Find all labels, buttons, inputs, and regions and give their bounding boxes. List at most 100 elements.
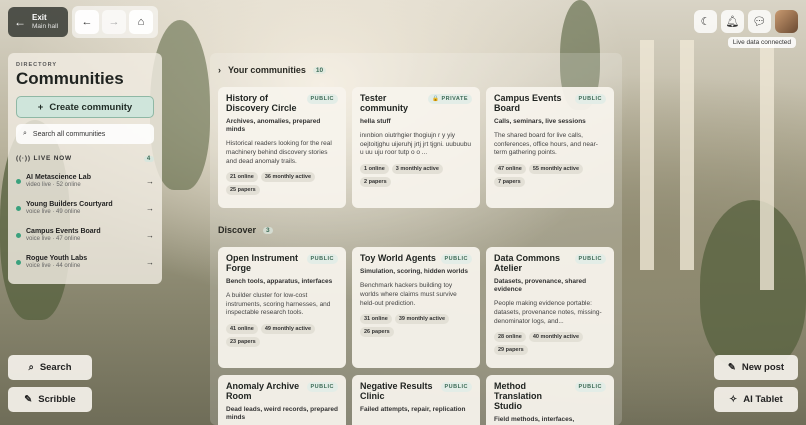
card-description: A builder cluster for low-cost instrumen…: [226, 291, 331, 317]
bell-icon[interactable]: 🔔︎: [721, 10, 744, 33]
live-item-name: Campus Events Board: [26, 228, 101, 236]
arrow-right-icon: →: [146, 258, 154, 267]
chevron-right-icon: ›: [218, 65, 221, 75]
your-communities-header[interactable]: › Your communities 10: [218, 65, 327, 75]
live-dot-icon: [16, 233, 21, 238]
live-item-sub: video live · 52 online: [26, 182, 81, 189]
visibility-badge: PUBLIC: [574, 254, 606, 264]
exit-button[interactable]: ← Exit Main hall: [8, 7, 68, 37]
visibility-badge: PUBLIC: [440, 254, 472, 264]
stat-monthly-active: 40 monthly active: [528, 332, 584, 343]
stat-papers: 23 papers: [226, 337, 260, 348]
live-list: AI Metascience Lab video live · 52 onlin…: [16, 168, 154, 276]
scribble-button-label: Scribble: [38, 394, 76, 405]
card-description: People making evidence portable: dataset…: [494, 300, 602, 325]
discover-header: Discover 3: [218, 225, 273, 235]
card-tags: Archives, anomalies, prepared minds: [226, 117, 321, 133]
arrow-right-icon: →: [146, 204, 154, 213]
card-tags: Dead leads, weird records, prepared mind…: [226, 405, 338, 421]
live-item-name: AI Metascience Lab: [26, 174, 91, 182]
stat-monthly-active: 55 monthly active: [528, 164, 584, 175]
visibility-badge: PUBLIC: [574, 382, 606, 392]
home-icon[interactable]: ⌂: [129, 10, 153, 34]
card-title: Anomaly Archive Room: [226, 381, 300, 401]
new-post-button[interactable]: ✎ New post: [714, 355, 798, 380]
forward-icon[interactable]: →: [102, 10, 126, 34]
sparkle-icon: ✧: [729, 394, 738, 405]
arrow-right-icon: →: [146, 177, 154, 186]
visibility-badge: PUBLIC: [574, 94, 606, 104]
live-dot-icon: [16, 206, 21, 211]
scribble-button[interactable]: ✎ Scribble: [8, 387, 92, 412]
stat-papers: 26 papers: [360, 327, 394, 338]
directory-title: Communities: [16, 69, 124, 88]
search-icon: ⌕: [28, 362, 34, 373]
card-tags: Failed attempts, repair, replication: [360, 405, 466, 413]
card-tags: Field methods, interfaces,: [494, 415, 575, 423]
new-post-label: New post: [741, 362, 785, 373]
ai-tablet-button[interactable]: ✧ AI Tablet: [714, 387, 798, 412]
card-title: Data Commons Atelier: [494, 253, 561, 273]
visibility-badge: PUBLIC: [306, 94, 338, 104]
live-item-sub: voice live · 44 online: [26, 263, 81, 270]
visibility-badge: PUBLIC: [306, 254, 338, 264]
live-dot-icon: [16, 179, 21, 184]
stat-monthly-active: 49 monthly active: [260, 324, 316, 335]
live-now-header: ((·)) LIVE NOW 4: [16, 155, 154, 162]
stat-monthly-active: 39 monthly active: [394, 314, 450, 325]
community-card[interactable]: Data Commons Atelier PUBLIC Datasets, pr…: [486, 247, 614, 368]
community-card[interactable]: Method Translation Studio PUBLIC Field m…: [486, 375, 614, 425]
search-button[interactable]: ⌕ Search: [8, 355, 92, 380]
your-communities-label: Your communities: [228, 65, 306, 75]
exit-sublabel: Main hall: [32, 22, 59, 30]
list-item[interactable]: AI Metascience Lab video live · 52 onlin…: [16, 168, 154, 195]
live-item-sub: voice live · 47 online: [26, 236, 81, 243]
ai-tablet-label: AI Tablet: [743, 394, 783, 405]
exit-arrow-icon: ←: [14, 15, 26, 29]
card-title: Method Translation Studio: [494, 381, 543, 411]
community-card[interactable]: Campus Events Board PUBLIC Calls, semina…: [486, 87, 614, 208]
back-icon[interactable]: ←: [75, 10, 99, 34]
stat-online: 1 online: [360, 164, 389, 175]
search-placeholder: Search all communities: [32, 130, 106, 138]
card-description: The shared board for live calls, confere…: [494, 131, 598, 157]
chat-icon[interactable]: 💬︎: [748, 10, 771, 33]
discover-label: Discover: [218, 225, 257, 235]
visibility-badge: 🔒 PRIVATE: [428, 94, 472, 104]
broadcast-icon: ((·)): [16, 155, 34, 162]
card-description: Benchmark hackers building toy worlds wh…: [360, 282, 457, 307]
card-description: Historical readers looking for the real …: [226, 140, 332, 165]
stat-monthly-active: 36 monthly active: [260, 172, 316, 183]
create-community-button[interactable]: + Create community: [16, 96, 154, 118]
community-card[interactable]: Toy World Agents PUBLIC Simulation, scor…: [352, 247, 480, 368]
avatar[interactable]: [775, 10, 798, 33]
live-item-name: Rogue Youth Labs: [26, 255, 88, 263]
stat-online: 28 online: [494, 332, 526, 343]
card-tags: Calls, seminars, live sessions: [494, 117, 586, 125]
card-title: History of Discovery Circle: [226, 93, 297, 113]
edit-icon: ✎: [727, 362, 736, 373]
card-tags: Datasets, provenance, shared evidence: [494, 277, 587, 293]
card-tags: Bench tools, apparatus, interfaces: [226, 277, 333, 285]
community-card[interactable]: History of Discovery Circle PUBLIC Archi…: [218, 87, 346, 208]
stat-online: 47 online: [494, 164, 526, 175]
search-icon: ⌕: [23, 130, 27, 137]
stat-online: 21 online: [226, 172, 258, 183]
stat-online: 41 online: [226, 324, 258, 335]
stat-papers: 7 papers: [494, 177, 525, 188]
live-count-badge: 4: [143, 155, 154, 162]
community-card[interactable]: Open Instrument Forge PUBLIC Bench tools…: [218, 247, 346, 368]
connection-status: Live data connected: [727, 37, 796, 48]
list-item[interactable]: Young Builders Courtyard voice live · 49…: [16, 195, 154, 222]
moon-icon[interactable]: ☾: [694, 10, 717, 33]
list-item[interactable]: Campus Events Board voice live · 47 onli…: [16, 222, 154, 249]
community-card[interactable]: Tester community 🔒 PRIVATE hella stuff i…: [352, 87, 480, 208]
community-search-input[interactable]: ⌕ Search all communities: [16, 124, 154, 144]
pen-icon: ✎: [24, 394, 33, 405]
card-tags: Simulation, scoring, hidden worlds: [360, 268, 468, 275]
community-card[interactable]: Anomaly Archive Room PUBLIC Dead leads, …: [218, 375, 346, 425]
live-item-sub: voice live · 49 online: [26, 209, 81, 216]
community-card[interactable]: Negative Results Clinic PUBLIC Failed at…: [352, 375, 480, 425]
list-item[interactable]: Rogue Youth Labs voice live · 44 online …: [16, 249, 154, 276]
live-dot-icon: [16, 260, 21, 265]
